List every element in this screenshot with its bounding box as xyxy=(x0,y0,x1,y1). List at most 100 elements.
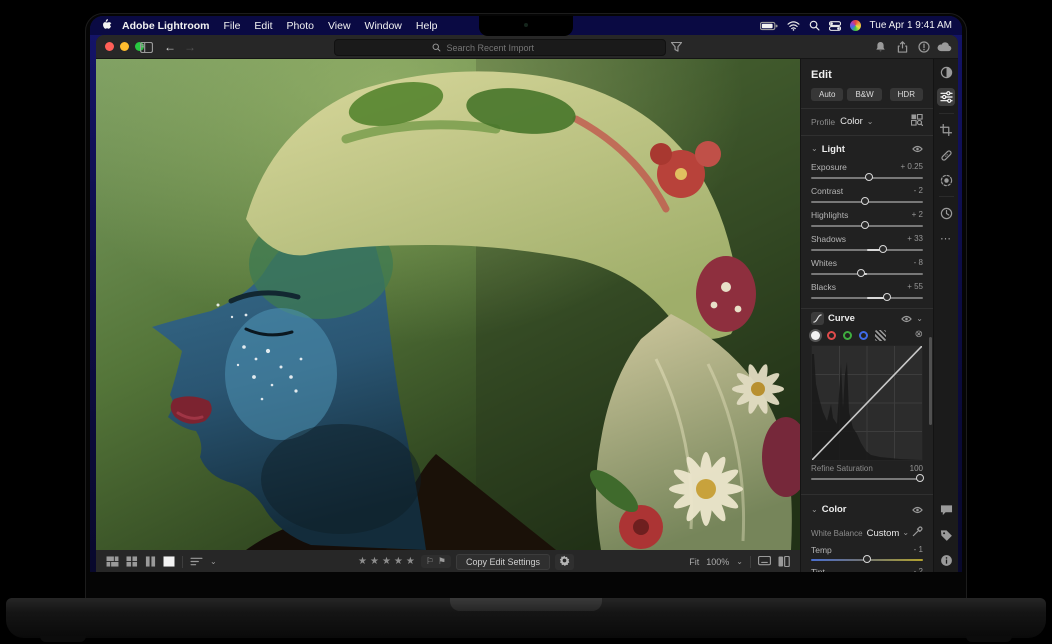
blue-channel-button[interactable] xyxy=(859,331,868,340)
share-icon[interactable] xyxy=(894,39,910,55)
edit-sliders-icon[interactable] xyxy=(937,88,955,106)
light-section-header[interactable]: ⌄ Light xyxy=(811,143,923,155)
white-balance-value[interactable]: Custom xyxy=(867,528,900,539)
back-button[interactable]: ← xyxy=(162,39,178,55)
square-grid-view-icon[interactable] xyxy=(126,556,138,567)
info-sync-icon[interactable] xyxy=(916,39,932,55)
auto-button[interactable]: Auto xyxy=(811,88,843,101)
hdr-button[interactable]: HDR xyxy=(890,88,923,101)
parametric-curve-icon[interactable] xyxy=(875,330,886,341)
detail-view-icon[interactable] xyxy=(163,556,175,567)
slider-knob[interactable] xyxy=(916,474,924,482)
collapse-chevron-icon[interactable]: ⌄ xyxy=(811,145,818,153)
before-after-icon[interactable] xyxy=(778,556,790,567)
slider-knob[interactable] xyxy=(861,221,869,229)
slider-track[interactable] xyxy=(811,176,923,179)
compare-view-icon[interactable] xyxy=(145,556,156,567)
slider-knob[interactable] xyxy=(883,293,891,301)
profile-chevron-icon[interactable]: ⌄ xyxy=(867,118,874,126)
wifi-icon[interactable] xyxy=(787,21,800,31)
tone-curve-plot[interactable] xyxy=(811,345,923,461)
masking-icon[interactable] xyxy=(937,171,955,189)
curve-visibility-eye-icon[interactable] xyxy=(901,310,912,328)
sort-chevron-icon[interactable]: ⌄ xyxy=(210,558,217,566)
slider-knob[interactable] xyxy=(861,197,869,205)
star-icon[interactable]: ★ xyxy=(394,556,404,567)
zoom-fit-label[interactable]: Fit xyxy=(689,557,699,567)
presets-icon[interactable] xyxy=(937,63,955,81)
zoom-chevron-icon[interactable]: ⌄ xyxy=(736,558,743,566)
sort-icon[interactable] xyxy=(190,557,203,566)
keywords-tag-icon[interactable] xyxy=(937,526,955,544)
slider-track[interactable] xyxy=(811,248,923,251)
rgb-channel-button[interactable] xyxy=(811,331,820,340)
profile-value[interactable]: Color xyxy=(840,116,863,127)
minimize-window-button[interactable] xyxy=(120,42,129,51)
color-visibility-eye-icon[interactable] xyxy=(912,501,923,519)
healing-icon[interactable] xyxy=(937,146,955,164)
collapse-chevron-icon[interactable]: ⌄ xyxy=(811,506,818,514)
crop-icon[interactable] xyxy=(937,121,955,139)
reset-curve-icon[interactable]: ⊗ xyxy=(915,330,923,340)
menubar-clock[interactable]: Tue Apr 1 9:41 AM xyxy=(870,20,952,31)
apple-menu[interactable] xyxy=(100,18,112,34)
zoom-level-value[interactable]: 100% xyxy=(706,557,729,567)
slider-knob[interactable] xyxy=(865,173,873,181)
filter-icon[interactable] xyxy=(668,39,684,55)
versions-history-icon[interactable] xyxy=(937,204,955,222)
menubar-app-name[interactable]: Adobe Lightroom xyxy=(122,20,210,32)
slider-track[interactable] xyxy=(811,558,923,561)
comments-icon[interactable] xyxy=(937,501,955,519)
menu-edit[interactable]: Edit xyxy=(254,20,272,32)
light-visibility-eye-icon[interactable] xyxy=(912,140,923,158)
slider-track[interactable] xyxy=(811,296,923,299)
white-balance-chevron-icon[interactable]: ⌄ xyxy=(902,529,909,537)
curve-collapse-chevron-icon[interactable]: ⌄ xyxy=(916,315,923,323)
slider-label: Exposure xyxy=(811,162,847,171)
slider-track[interactable] xyxy=(811,272,923,275)
forward-button[interactable]: → xyxy=(182,39,198,55)
reject-flag-icon[interactable]: ⚑ xyxy=(438,556,446,567)
sidebar-toggle-icon[interactable] xyxy=(138,39,154,55)
photo-grid-view-icon[interactable] xyxy=(106,556,119,567)
menu-help[interactable]: Help xyxy=(416,20,438,32)
curve-section-header[interactable]: Curve ⌄ xyxy=(811,312,923,325)
menu-photo[interactable]: Photo xyxy=(287,20,314,32)
control-center-icon[interactable] xyxy=(829,21,841,31)
color-section-header[interactable]: ⌄ Color xyxy=(811,503,923,516)
slider-knob[interactable] xyxy=(857,269,865,277)
info-icon[interactable] xyxy=(937,551,955,569)
slider-knob[interactable] xyxy=(879,245,887,253)
cloud-sync-icon[interactable] xyxy=(936,39,952,55)
spotlight-search-icon[interactable] xyxy=(809,20,820,31)
notifications-bell-icon[interactable] xyxy=(872,39,888,55)
star-icon[interactable]: ★ xyxy=(406,556,416,567)
browse-profiles-icon[interactable] xyxy=(911,113,923,131)
star-icon[interactable]: ★ xyxy=(370,556,380,567)
menu-file[interactable]: File xyxy=(224,20,241,32)
star-icon[interactable]: ★ xyxy=(358,556,368,567)
slider-track[interactable] xyxy=(811,224,923,227)
green-channel-button[interactable] xyxy=(843,331,852,340)
search-input[interactable] xyxy=(445,42,569,54)
color-wheel-icon[interactable] xyxy=(850,20,861,31)
menu-window[interactable]: Window xyxy=(365,20,402,32)
star-rating[interactable]: ★★★★★ xyxy=(358,556,416,567)
presentation-icon[interactable] xyxy=(758,556,771,567)
eyedropper-icon[interactable] xyxy=(912,524,923,542)
red-channel-button[interactable] xyxy=(827,331,836,340)
settings-gear-icon[interactable] xyxy=(555,554,574,570)
refine-saturation-slider[interactable] xyxy=(811,477,923,480)
bw-button[interactable]: B&W xyxy=(847,88,881,101)
slider-track[interactable] xyxy=(811,200,923,203)
slider-knob[interactable] xyxy=(863,555,871,563)
more-tools-icon[interactable]: ⋯ xyxy=(937,229,955,247)
battery-icon[interactable] xyxy=(760,21,778,31)
star-icon[interactable]: ★ xyxy=(382,556,392,567)
panel-scrollbar[interactable] xyxy=(929,337,932,425)
menu-view[interactable]: View xyxy=(328,20,351,32)
copy-edit-settings-button[interactable]: Copy Edit Settings xyxy=(456,554,550,570)
search-bar[interactable] xyxy=(334,39,666,56)
pick-flag-icon[interactable]: ⚐ xyxy=(426,556,434,567)
close-window-button[interactable] xyxy=(105,42,114,51)
